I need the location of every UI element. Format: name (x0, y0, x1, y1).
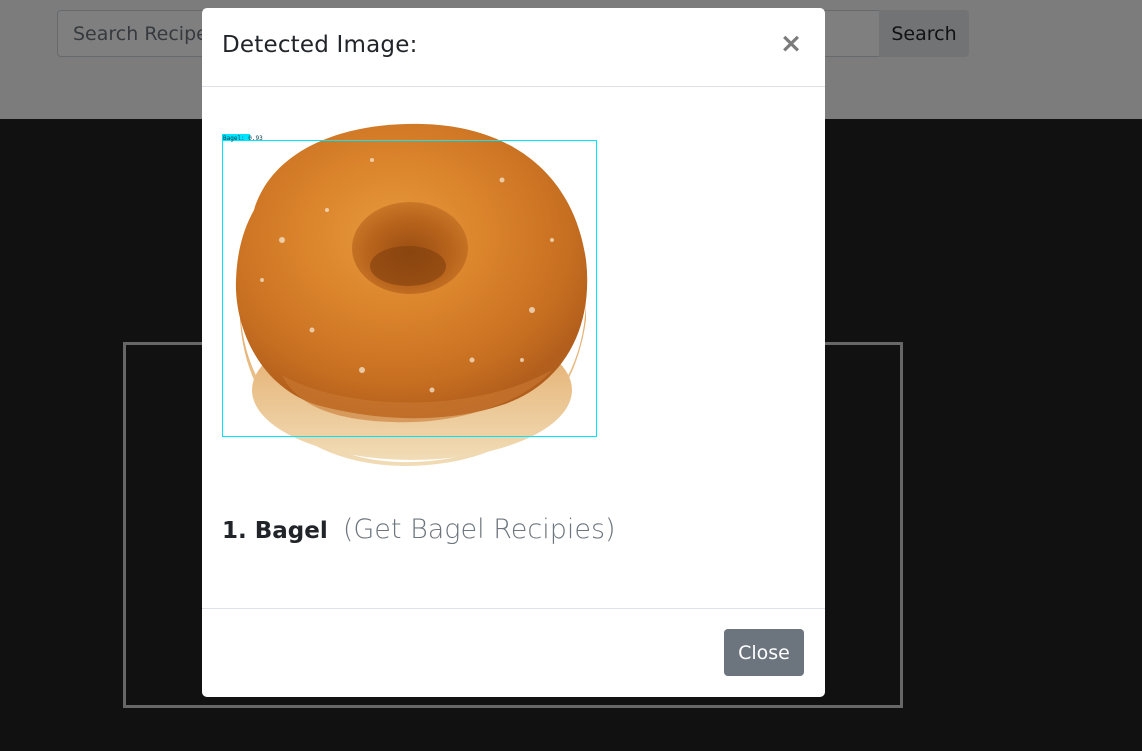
detected-image-modal: Detected Image: × Bagel: 0.93 1. Bagel (… (202, 8, 825, 697)
get-recipes-link[interactable]: (Get Bagel Recipies) (343, 514, 616, 545)
page: Search Detected Image: × (0, 0, 1142, 751)
close-button[interactable]: Close (724, 629, 804, 676)
close-icon[interactable]: × (779, 30, 803, 58)
detection-box-label: Bagel: 0.93 (223, 135, 263, 142)
detection-result: 1. Bagel (Get Bagel Recipies) (222, 514, 616, 545)
detected-image: Bagel: 0.93 (222, 120, 598, 470)
modal-title: Detected Image: (222, 32, 418, 58)
donut-photo: Bagel: 0.93 (222, 120, 598, 470)
modal-footer: Close (202, 608, 825, 697)
modal-header: Detected Image: × (202, 8, 825, 87)
result-label: 1. Bagel (222, 518, 328, 544)
